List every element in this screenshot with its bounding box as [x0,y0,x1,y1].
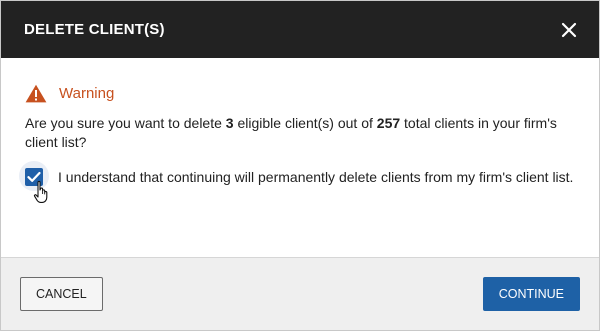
warning-row: Warning [25,84,575,103]
dialog-footer: CANCEL CONTINUE [1,257,599,330]
dialog-title: DELETE CLIENT(S) [24,21,165,38]
confirm-checkbox[interactable] [25,168,43,186]
checkbox-wrapper [19,161,49,203]
warning-label: Warning [59,85,115,102]
dialog-body: Warning Are you sure you want to delete … [1,58,599,258]
message-prefix: Are you sure you want to delete [25,115,226,131]
total-count: 257 [376,115,401,131]
confirmation-message: Are you sure you want to delete 3 eligib… [25,114,575,152]
checkmark-icon [27,171,41,182]
close-button[interactable] [558,19,580,41]
confirm-row: I understand that continuing will perman… [19,161,575,203]
close-icon [561,22,577,37]
warning-triangle-icon [25,84,47,103]
cancel-button[interactable]: CANCEL [20,277,103,311]
dialog-header: DELETE CLIENT(S) [1,1,599,58]
delete-clients-dialog: DELETE CLIENT(S) Warning Are you sure yo… [0,0,600,331]
confirm-label[interactable]: I understand that continuing will perman… [58,167,575,188]
message-middle: eligible client(s) out of [233,115,377,131]
continue-button[interactable]: CONTINUE [482,277,580,311]
eligible-count: 3 [225,115,234,131]
